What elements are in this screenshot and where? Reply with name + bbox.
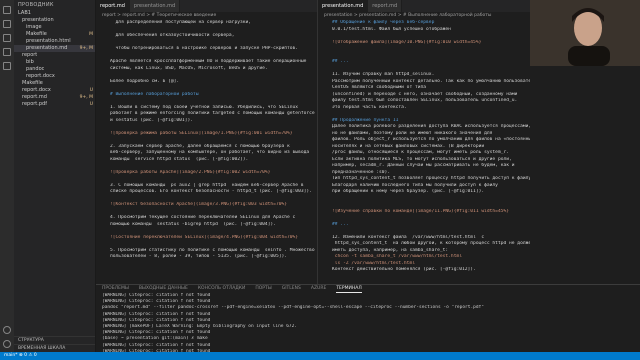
tree-item-badge: 9+, M xyxy=(79,46,93,51)
search-icon[interactable] xyxy=(3,20,11,28)
panel-tab[interactable]: ВЫХОДНЫЕ ДАННЫЕ xyxy=(139,285,188,293)
left-editor-tab[interactable]: report.md xyxy=(96,0,130,12)
right-editor-tab[interactable]: report.md xyxy=(368,0,403,12)
webcam-overlay xyxy=(530,0,640,66)
tree-item[interactable]: report xyxy=(14,52,95,59)
tree-item-badge: U xyxy=(89,102,93,107)
left-editor-tab[interactable]: presentation.md xyxy=(129,0,181,12)
tree-item-label: image xyxy=(26,24,42,30)
tree-item-label: pandoc xyxy=(26,66,45,72)
panel-tab[interactable]: КОНСОЛЬ ОТЛАДКИ xyxy=(198,285,246,293)
left-breadcrumb[interactable]: report > report.md > # Теоретическое вве… xyxy=(96,12,317,20)
tree-item-label: report.pdf xyxy=(22,101,47,107)
right-editor-tab[interactable]: presentation.md xyxy=(318,0,369,12)
tree-item[interactable]: image xyxy=(14,24,95,31)
run-debug-icon[interactable] xyxy=(3,48,11,56)
tree-item[interactable]: Makefile xyxy=(14,80,95,87)
panel-tab[interactable]: AZURE xyxy=(311,285,326,293)
tree-item-label: Makefile xyxy=(26,31,47,37)
tree-item[interactable]: presentation xyxy=(14,17,95,24)
explorer-icon[interactable] xyxy=(3,6,11,14)
extensions-icon[interactable] xyxy=(3,62,11,70)
presenter-image xyxy=(530,0,640,66)
tree-item[interactable]: pandoc xyxy=(14,66,95,73)
tree-item-label: Makefile xyxy=(22,80,43,86)
left-editor-text[interactable]: для распределения поступающей на сервер … xyxy=(96,20,317,261)
bottom-panel: ПРОБЛЕМЫ ВЫХОДНЫЕ ДАННЫЕ КОНСОЛЬ ОТЛАДКИ ПО… xyxy=(96,284,640,352)
tree-item-label: LAB1 xyxy=(18,10,31,16)
tree-item-badge: U xyxy=(89,88,93,93)
activity-bar xyxy=(0,0,14,352)
right-editor-group: presentation.md report.md presentation > … xyxy=(318,0,530,284)
tree-item-label: bib xyxy=(26,59,34,65)
tree-item-label: report.docx xyxy=(22,87,51,93)
panel-tab[interactable]: ПОРТЫ xyxy=(255,285,271,293)
tree-item[interactable]: presentation.md 9+, M xyxy=(14,45,95,52)
tree-item-badge: 9+, M xyxy=(79,95,93,100)
tree-item[interactable]: LAB1 xyxy=(14,10,95,17)
outline-section[interactable]: СТРУКТУРА xyxy=(14,336,95,344)
timeline-section[interactable]: ВРЕМЕННАЯ ШКАЛА xyxy=(14,344,95,352)
tree-item[interactable]: report.md 9+, M xyxy=(14,94,95,101)
tree-item-label: report.docx xyxy=(26,73,55,79)
tree-item-badge: M xyxy=(89,32,93,37)
panel-tab[interactable]: GITLENS xyxy=(282,285,301,293)
tree-item[interactable]: report.pdf U xyxy=(14,101,95,108)
explorer-header: ПРОВОДНИК xyxy=(18,2,54,8)
right-editor-text[interactable]: ## Обращение к файлу через веб-сервер 0.0… xyxy=(318,20,530,274)
tree-item-label: report xyxy=(22,52,38,58)
panel-tab[interactable]: ПРОБЛЕМЫ xyxy=(102,285,129,293)
source-control-icon[interactable] xyxy=(3,34,11,42)
tree-item-label: report.md xyxy=(22,94,47,100)
explorer-sidebar: ПРОВОДНИК LAB1 presentation image Makefile M… xyxy=(14,0,96,352)
right-breadcrumb[interactable]: presentation > presentation.md > # Выпол… xyxy=(318,12,530,20)
tree-item-label: presentation.html xyxy=(26,38,71,44)
tree-item-label: presentation.md xyxy=(26,45,68,51)
status-bar[interactable]: main* ⊗ 0 ⚠ 0 xyxy=(0,352,640,360)
account-icon[interactable] xyxy=(3,326,11,334)
panel-tab[interactable]: ТЕРМИНАЛ xyxy=(336,285,362,293)
gear-icon[interactable] xyxy=(3,340,11,348)
panel-tabs: ПРОБЛЕМЫ ВЫХОДНЫЕ ДАННЫЕ КОНСОЛЬ ОТЛАДКИ ПО… xyxy=(96,285,640,293)
tree-item-label: presentation xyxy=(22,17,54,23)
editor-line: пользователей - 8, ролей - 39, типов - 5… xyxy=(110,254,288,259)
editor-line: Контекст действительно поменялся (рис. [… xyxy=(332,267,476,272)
left-editor-group: report.md presentation.md report > report… xyxy=(96,0,318,284)
tree-item[interactable]: report.docx xyxy=(14,73,95,80)
file-tree: LAB1 presentation image Makefile Mpresentati… xyxy=(14,10,95,108)
left-tab-bar: report.md presentation.md xyxy=(96,0,317,12)
tree-item[interactable]: report.docx U xyxy=(14,87,95,94)
tree-item[interactable]: bib xyxy=(14,59,95,66)
tree-item[interactable]: presentation.html xyxy=(14,38,95,45)
tree-item[interactable]: Makefile M xyxy=(14,31,95,38)
right-tab-bar: presentation.md report.md xyxy=(318,0,530,12)
terminal-output[interactable]: [WARNING] Citeproc: citation f not found… xyxy=(96,293,640,352)
